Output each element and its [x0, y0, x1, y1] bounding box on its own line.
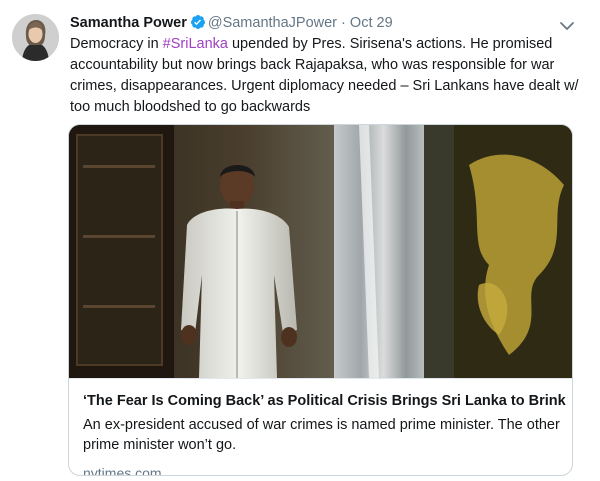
avatar[interactable]: [12, 14, 59, 61]
card-domain[interactable]: nytimes.com: [83, 463, 560, 475]
tweet-text: Democracy in #SriLanka upended by Pres. …: [70, 34, 590, 118]
tweet: Samantha Power @SamanthaJPower · Oct 29 D…: [0, 0, 600, 481]
tweet-timestamp[interactable]: Oct 29: [350, 15, 393, 31]
tweet-text-start: Democracy in: [70, 36, 163, 52]
card-title[interactable]: ‘The Fear Is Coming Back’ as Political C…: [83, 391, 566, 411]
card-body[interactable]: ‘The Fear Is Coming Back’ as Political C…: [69, 378, 572, 475]
card-image[interactable]: [69, 125, 572, 378]
avatar-portrait: [12, 14, 59, 61]
link-card[interactable]: ‘The Fear Is Coming Back’ as Political C…: [68, 124, 573, 476]
chevron-down-icon[interactable]: [557, 16, 577, 36]
card-description: An ex-president accused of war crimes is…: [83, 417, 560, 453]
hashtag-link[interactable]: #SriLanka: [163, 36, 228, 52]
author-name[interactable]: Samantha Power: [70, 15, 187, 31]
author-handle[interactable]: @SamanthaJPower: [208, 15, 337, 31]
separator-dot: ·: [341, 15, 346, 31]
